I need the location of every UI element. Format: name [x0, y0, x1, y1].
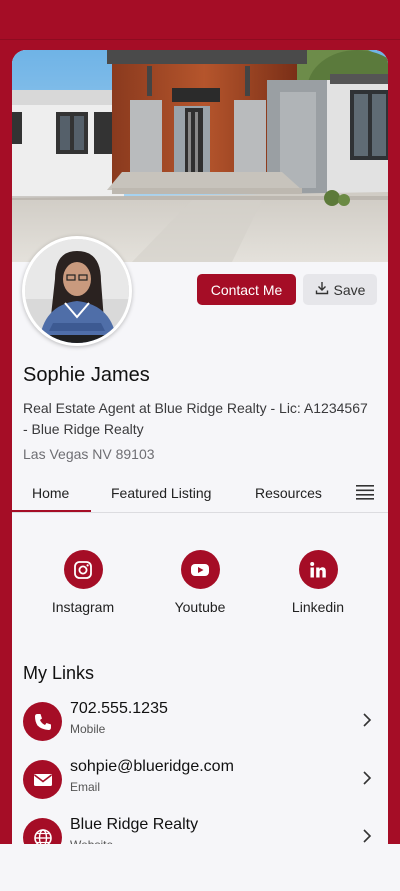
cover-photo: [12, 50, 388, 262]
social-youtube[interactable]: Youtube: [155, 550, 245, 615]
link-phone[interactable]: 702.555.1235 Mobile: [12, 700, 388, 744]
youtube-icon[interactable]: [180, 550, 220, 589]
phone-icon: [23, 702, 62, 741]
link-title: sohpie@blueridge.com: [70, 758, 234, 775]
profile-location: Las Vegas NV 89103: [23, 446, 155, 462]
link-title: 702.555.1235: [70, 700, 168, 717]
chevron-right-icon: [363, 713, 372, 727]
tab-home[interactable]: Home: [32, 485, 69, 501]
linkedin-label: Linkedin: [291, 599, 345, 615]
link-subtitle: Email: [70, 780, 101, 794]
profile-card: Contact Me Save Sophie James Real Estate…: [12, 50, 388, 891]
chevron-right-icon: [363, 771, 372, 785]
tab-resources[interactable]: Resources: [255, 485, 322, 501]
linkedin-icon[interactable]: [298, 550, 338, 589]
top-bar: [0, 0, 400, 40]
save-label: Save: [333, 281, 366, 298]
active-tab-indicator: [12, 510, 91, 512]
hamburger-menu-icon[interactable]: [356, 484, 374, 500]
tab-divider: [12, 512, 388, 513]
profile-title: Real Estate Agent at Blue Ridge Realty -…: [23, 400, 368, 437]
save-button[interactable]: Save: [303, 274, 377, 305]
contact-me-button[interactable]: Contact Me: [197, 274, 296, 305]
bottom-bar: [0, 844, 400, 891]
my-links-heading: My Links: [23, 663, 95, 683]
youtube-label: Youtube: [174, 599, 226, 615]
avatar: [22, 236, 132, 346]
profile-name: Sophie James: [23, 364, 150, 386]
tab-bar: Home Featured Listing Resources: [12, 474, 388, 513]
social-linkedin[interactable]: Linkedin: [273, 550, 363, 615]
link-title: Blue Ridge Realty: [70, 816, 199, 833]
envelope-icon: [23, 760, 62, 799]
chevron-right-icon: [363, 829, 372, 843]
link-subtitle: Mobile: [70, 722, 106, 736]
social-instagram[interactable]: Instagram: [38, 550, 128, 615]
download-icon: [315, 281, 329, 298]
link-email[interactable]: sohpie@blueridge.com Email: [12, 758, 388, 802]
instagram-icon[interactable]: [63, 550, 103, 589]
instagram-label: Instagram: [51, 599, 115, 615]
tab-featured-listing[interactable]: Featured Listing: [111, 485, 211, 501]
